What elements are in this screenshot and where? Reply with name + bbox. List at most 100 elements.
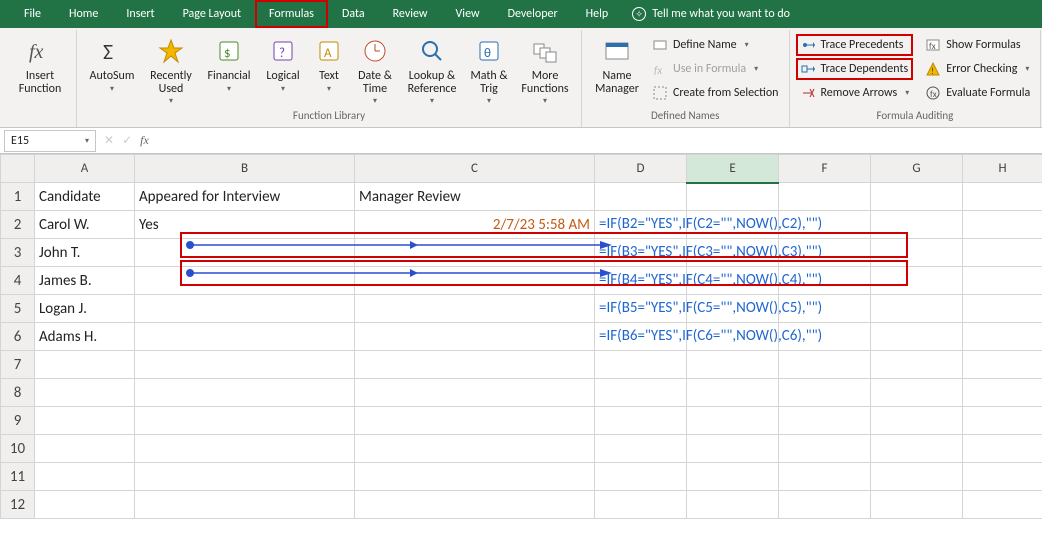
formula-input[interactable] <box>157 130 1042 152</box>
date-time-button[interactable]: Date & Time▾ <box>351 32 399 108</box>
select-all-corner[interactable] <box>1 155 35 183</box>
insert-function-button[interactable]: fx Insert Function <box>10 32 70 97</box>
enter-icon[interactable]: ✓ <box>122 133 132 148</box>
tell-me[interactable]: ✧ Tell me what you want to do <box>632 7 790 21</box>
tab-formulas[interactable]: Formulas <box>255 0 328 28</box>
tab-help[interactable]: Help <box>572 0 623 28</box>
col-header-D[interactable]: D <box>595 155 687 183</box>
cell-G10[interactable] <box>871 435 963 463</box>
cell-G8[interactable] <box>871 379 963 407</box>
cell-B12[interactable] <box>135 491 355 519</box>
cell-A2[interactable]: Carol W. <box>35 211 135 239</box>
cell-E10[interactable] <box>687 435 779 463</box>
error-checking-button[interactable]: ! Error Checking▾ <box>921 58 1034 80</box>
cell-G6[interactable] <box>871 323 963 351</box>
cell-D3[interactable]: =IF(B3="YES",IF(C3="",NOW(),C3),"") <box>595 239 687 267</box>
cell-B6[interactable] <box>135 323 355 351</box>
cell-H12[interactable] <box>963 491 1042 519</box>
cell-G4[interactable] <box>871 267 963 295</box>
evaluate-formula-button[interactable]: fx Evaluate Formula <box>921 82 1034 104</box>
cell-H3[interactable] <box>963 239 1042 267</box>
cell-G12[interactable] <box>871 491 963 519</box>
cell-A1[interactable]: Candidate <box>35 183 135 211</box>
tab-review[interactable]: Review <box>379 0 442 28</box>
cell-A9[interactable] <box>35 407 135 435</box>
cell-C5[interactable] <box>355 295 595 323</box>
cell-F8[interactable] <box>779 379 871 407</box>
cell-H11[interactable] <box>963 463 1042 491</box>
cell-B5[interactable] <box>135 295 355 323</box>
cell-G11[interactable] <box>871 463 963 491</box>
cell-D2[interactable]: =IF(B2="YES",IF(C2="",NOW(),C2),"") <box>595 211 687 239</box>
cell-A8[interactable] <box>35 379 135 407</box>
cell-D7[interactable] <box>595 351 687 379</box>
cell-B8[interactable] <box>135 379 355 407</box>
cell-G9[interactable] <box>871 407 963 435</box>
tab-developer[interactable]: Developer <box>494 0 572 28</box>
cell-B3[interactable] <box>135 239 355 267</box>
col-header-F[interactable]: F <box>779 155 871 183</box>
cell-H5[interactable] <box>963 295 1042 323</box>
col-header-C[interactable]: C <box>355 155 595 183</box>
text-button[interactable]: A Text▾ <box>309 32 349 96</box>
cell-B1[interactable]: Appeared for Interview <box>135 183 355 211</box>
cell-F11[interactable] <box>779 463 871 491</box>
cell-E7[interactable] <box>687 351 779 379</box>
cell-C8[interactable] <box>355 379 595 407</box>
more-functions-button[interactable]: More Functions▾ <box>515 32 575 108</box>
create-from-selection-button[interactable]: Create from Selection <box>648 82 783 104</box>
cell-D1[interactable] <box>595 183 687 211</box>
recently-used-button[interactable]: Recently Used▾ <box>143 32 199 108</box>
cell-H9[interactable] <box>963 407 1042 435</box>
lookup-button[interactable]: Lookup & Reference▾ <box>401 32 463 108</box>
cell-C1[interactable]: Manager Review <box>355 183 595 211</box>
trace-precedents-button[interactable]: Trace Precedents <box>796 34 914 56</box>
cell-B7[interactable] <box>135 351 355 379</box>
cell-E12[interactable] <box>687 491 779 519</box>
cell-C9[interactable] <box>355 407 595 435</box>
cell-D12[interactable] <box>595 491 687 519</box>
cell-E1[interactable] <box>687 183 779 211</box>
tab-home[interactable]: Home <box>55 0 112 28</box>
row-header-10[interactable]: 10 <box>1 435 35 463</box>
cell-A3[interactable]: John T. <box>35 239 135 267</box>
chevron-down-icon[interactable]: ▾ <box>85 136 89 146</box>
row-header-6[interactable]: 6 <box>1 323 35 351</box>
cell-F7[interactable] <box>779 351 871 379</box>
logical-button[interactable]: ? Logical▾ <box>259 32 307 96</box>
cell-D4[interactable]: =IF(B4="YES",IF(C4="",NOW(),C4),"") <box>595 267 687 295</box>
tab-page-layout[interactable]: Page Layout <box>169 0 255 28</box>
cell-E11[interactable] <box>687 463 779 491</box>
cell-D9[interactable] <box>595 407 687 435</box>
cell-G2[interactable] <box>871 211 963 239</box>
col-header-A[interactable]: A <box>35 155 135 183</box>
cell-C6[interactable] <box>355 323 595 351</box>
cell-C2[interactable]: 2/7/23 5:58 AM <box>355 211 595 239</box>
cell-B4[interactable] <box>135 267 355 295</box>
cell-H2[interactable] <box>963 211 1042 239</box>
cell-C11[interactable] <box>355 463 595 491</box>
row-header-5[interactable]: 5 <box>1 295 35 323</box>
cell-A5[interactable]: Logan J. <box>35 295 135 323</box>
cell-A10[interactable] <box>35 435 135 463</box>
row-header-3[interactable]: 3 <box>1 239 35 267</box>
cell-G1[interactable] <box>871 183 963 211</box>
define-name-button[interactable]: Define Name▾ <box>648 34 783 56</box>
row-header-11[interactable]: 11 <box>1 463 35 491</box>
tab-view[interactable]: View <box>442 0 494 28</box>
cell-H7[interactable] <box>963 351 1042 379</box>
name-box[interactable]: E15 ▾ <box>4 130 96 152</box>
col-header-B[interactable]: B <box>135 155 355 183</box>
row-header-9[interactable]: 9 <box>1 407 35 435</box>
cell-E8[interactable] <box>687 379 779 407</box>
cell-F9[interactable] <box>779 407 871 435</box>
autosum-button[interactable]: Σ AutoSum▾ <box>83 32 141 96</box>
cell-F10[interactable] <box>779 435 871 463</box>
cell-H8[interactable] <box>963 379 1042 407</box>
cell-D8[interactable] <box>595 379 687 407</box>
cell-B10[interactable] <box>135 435 355 463</box>
tab-data[interactable]: Data <box>328 0 379 28</box>
cell-H1[interactable] <box>963 183 1042 211</box>
cell-B11[interactable] <box>135 463 355 491</box>
cell-D10[interactable] <box>595 435 687 463</box>
